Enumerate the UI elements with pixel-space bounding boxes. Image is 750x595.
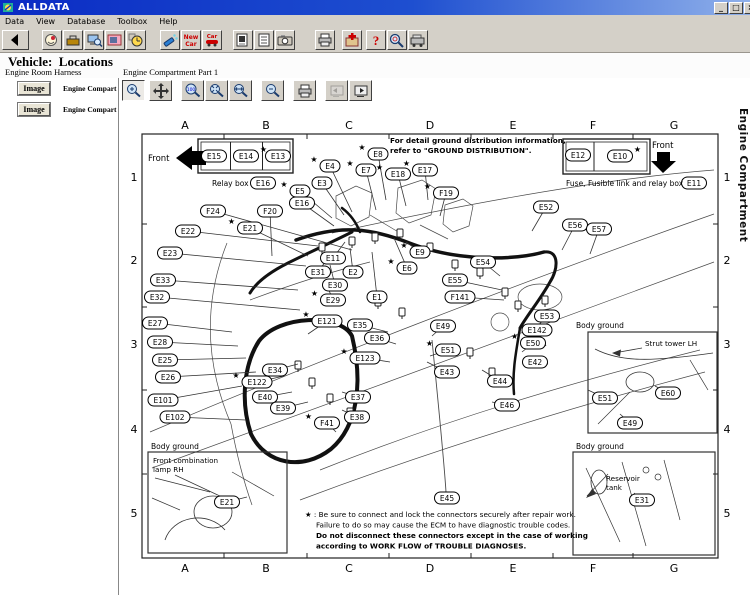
sidebar-item-1-label: Engine Compart (63, 84, 117, 93)
image-prev-button[interactable] (325, 80, 348, 101)
close-button[interactable]: × (744, 2, 750, 14)
print-icon (316, 32, 334, 48)
image-button-1[interactable]: Image (18, 82, 50, 95)
svg-text:?: ? (373, 33, 380, 48)
alldata-window: ALLDATA _ □ × Data View Database Toolbox… (0, 0, 750, 595)
menu-database[interactable]: Database (62, 17, 112, 26)
caption-engine-compartment-part1: Engine Compartment Part 1 (123, 67, 218, 77)
zoom-fit-button[interactable] (205, 80, 228, 101)
zoom-width-button[interactable] (229, 80, 252, 101)
toolbox-icon (64, 32, 82, 48)
menu-bar: Data View Database Toolbox Help (0, 15, 750, 28)
history-button[interactable] (126, 30, 146, 50)
tsb-screen-icon (106, 32, 124, 48)
image-button-2[interactable]: Image (18, 103, 50, 116)
print-button[interactable] (315, 30, 335, 50)
doc-button[interactable] (254, 30, 274, 50)
pane-captions: Engine Room Harness Engine Compartment P… (0, 67, 750, 78)
menu-data[interactable]: Data (0, 17, 31, 26)
logo-icon (43, 32, 61, 48)
pan-button[interactable] (149, 80, 172, 101)
image-prev-icon (327, 82, 347, 100)
logo-button[interactable] (42, 30, 62, 50)
search-icon (388, 32, 406, 48)
car-print-button[interactable] (408, 30, 428, 50)
svg-text:Car: Car (185, 41, 196, 48)
svg-text:New: New (184, 34, 199, 41)
sidebar-item-1: Image Engine Compart (18, 82, 117, 95)
car-button[interactable]: Car (202, 30, 222, 50)
import-box-icon (343, 32, 361, 48)
history-clock-icon (127, 32, 145, 48)
back-button[interactable] (2, 30, 29, 50)
zoom-in-icon (124, 82, 144, 100)
zoom-fit-icon (207, 82, 227, 100)
viewer-toolbar: 100 (122, 80, 373, 101)
zoom-out-button[interactable] (261, 80, 284, 101)
toolbox-button[interactable] (63, 30, 83, 50)
camera-icon (276, 32, 294, 48)
pan-icon (151, 82, 171, 100)
sidebar-item-2: Image Engine Compart (18, 103, 117, 116)
image-next-icon (351, 82, 371, 100)
zoom-out-icon (263, 82, 283, 100)
viewer-print-button[interactable] (293, 80, 316, 101)
caption-engine-room-harness: Engine Room Harness (5, 67, 82, 77)
title-bar: ALLDATA _ □ × (0, 0, 750, 15)
doc-view-button[interactable] (233, 30, 253, 50)
doc-icon (255, 32, 273, 48)
vehicle-header: Vehicle: Locations (0, 52, 750, 68)
help-icon: ? (367, 32, 385, 48)
carwash-button[interactable] (160, 30, 180, 50)
zoom-width-icon (231, 82, 251, 100)
window-title: ALLDATA (18, 2, 70, 13)
app-icon (3, 2, 14, 13)
image-viewer: 100 Engine Compartment (119, 78, 750, 595)
back-icon (7, 32, 25, 48)
image-next-button[interactable] (349, 80, 372, 101)
tsb-button[interactable] (105, 30, 125, 50)
pc-search-button[interactable] (84, 30, 104, 50)
zoom-100-button[interactable]: 100 (181, 80, 204, 101)
maximize-button[interactable]: □ (729, 2, 743, 14)
help-button[interactable]: ? (366, 30, 386, 50)
menu-help[interactable]: Help (154, 17, 184, 26)
sidebar-item-2-label: Engine Compart (63, 105, 117, 114)
window-controls: _ □ × (714, 2, 750, 14)
viewer-print-icon (295, 82, 315, 100)
carwash-brush-icon (161, 32, 179, 48)
search-button[interactable] (387, 30, 407, 50)
section-side-label: Engine Compartment (737, 108, 749, 242)
zoom-100-icon: 100 (183, 82, 203, 100)
minimize-button[interactable]: _ (714, 2, 728, 14)
pc-search-icon (85, 32, 103, 48)
import-button[interactable] (342, 30, 362, 50)
car-icon: Car (203, 32, 221, 48)
zoom-in-button[interactable] (122, 80, 145, 101)
car-print-icon (409, 32, 427, 48)
doc-view-icon (234, 32, 252, 48)
menu-view[interactable]: View (31, 17, 62, 26)
svg-text:Car: Car (207, 34, 218, 40)
menu-toolbox[interactable]: Toolbox (112, 17, 154, 26)
camera-button[interactable] (275, 30, 295, 50)
sidebar: Image Engine Compart Image Engine Compar… (0, 78, 119, 595)
main-toolbar: NewCar Car ? (0, 28, 750, 52)
new-car-button[interactable]: NewCar (181, 30, 201, 50)
new-car-icon: NewCar (182, 32, 200, 48)
svg-text:100: 100 (186, 87, 195, 93)
